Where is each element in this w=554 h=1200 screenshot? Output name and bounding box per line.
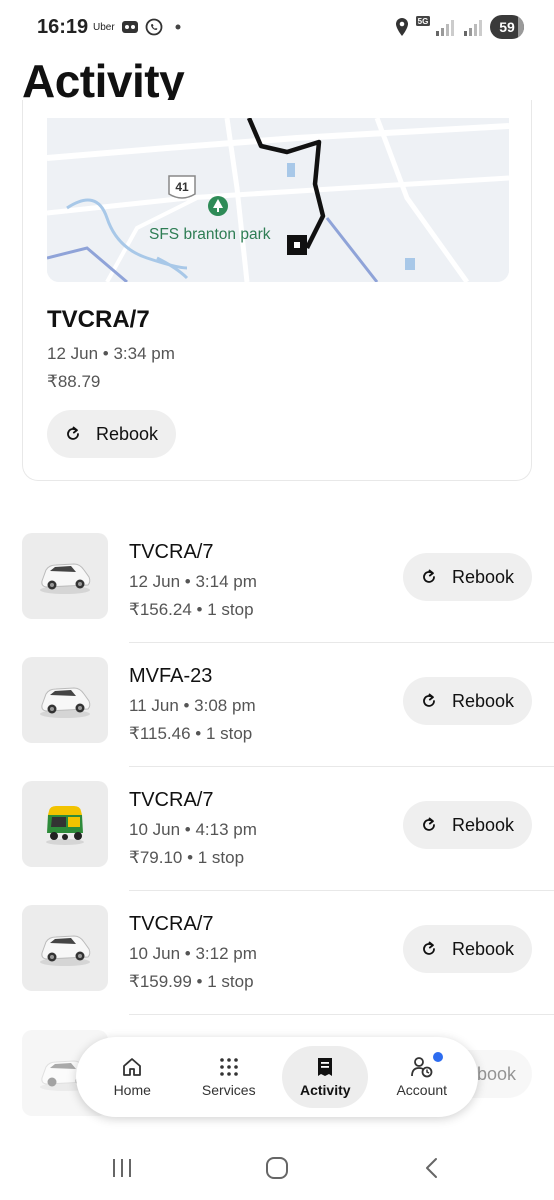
notification-icons: Uber <box>93 18 187 36</box>
rebook-icon <box>423 569 435 583</box>
map-graphic: 41 SFS branton park <box>47 118 509 282</box>
rebook-icon <box>67 426 79 440</box>
trip-row[interactable]: MVFA-23 11 Jun • 3:08 pm ₹115.46 • 1 sto… <box>0 657 554 781</box>
rebook-label: Rebook <box>96 423 159 444</box>
trip-datetime: 12 Jun • 3:14 pm <box>129 572 257 591</box>
recent-apps-icon[interactable] <box>110 1156 134 1180</box>
trip-datetime: 10 Jun • 4:13 pm <box>129 820 257 839</box>
trip-row[interactable]: TVCRA/7 10 Jun • 3:12 pm ₹159.99 • 1 sto… <box>0 905 554 1029</box>
trip-map[interactable]: 41 SFS branton park <box>47 118 509 282</box>
rebook-button[interactable]: Rebook <box>403 553 532 601</box>
featured-rebook-button[interactable]: Rebook <box>47 410 176 458</box>
rebook-button[interactable]: Rebook <box>403 925 532 973</box>
car-icon <box>22 533 108 619</box>
bottom-navigation: Home Services Activity Account <box>76 1037 478 1117</box>
account-icon <box>410 1057 433 1078</box>
home-button-icon[interactable] <box>265 1156 289 1180</box>
rebook-icon <box>423 817 435 831</box>
nav-label: Services <box>201 1082 256 1098</box>
featured-trip-datetime: 12 Jun • 3:34 pm <box>47 344 175 363</box>
rebook-label: book <box>476 1063 516 1084</box>
rebook-label: Rebook <box>452 566 515 587</box>
road-number-badge: 41 <box>175 180 189 194</box>
status-bar: 16:19 Uber 5G 59 <box>0 0 554 56</box>
location-icon <box>396 18 408 36</box>
network-label: 5G <box>418 17 429 26</box>
uber-notification-label: Uber <box>93 21 115 33</box>
featured-trip-card[interactable]: 41 SFS branton park TVCRA/7 12 Jun • 3:3… <box>22 100 532 481</box>
nav-activity[interactable]: Activity <box>282 1046 369 1108</box>
rebook-label: Rebook <box>452 690 515 711</box>
divider <box>129 890 554 891</box>
trip-title: TVCRA/7 <box>129 913 214 935</box>
battery-indicator: 59 <box>490 15 524 39</box>
divider <box>129 766 554 767</box>
car-icon <box>22 657 108 743</box>
trip-price: ₹79.10 • 1 stop <box>129 848 245 867</box>
trip-row[interactable]: TVCRA/7 12 Jun • 3:14 pm ₹156.24 • 1 sto… <box>0 533 554 657</box>
system-status-icons: 5G 59 <box>394 15 524 39</box>
trip-datetime: 10 Jun • 3:12 pm <box>129 944 257 963</box>
nav-home[interactable]: Home <box>89 1046 175 1108</box>
trip-price: ₹159.99 • 1 stop <box>129 972 254 991</box>
rebook-button[interactable]: Rebook <box>403 801 532 849</box>
car-icon <box>22 905 108 991</box>
trip-datetime: 11 Jun • 3:08 pm <box>129 696 256 715</box>
trip-price: ₹156.24 • 1 stop <box>129 600 254 619</box>
whatsapp-icon <box>145 18 163 36</box>
signal-icon <box>464 20 482 36</box>
rebook-button[interactable]: Rebook <box>403 677 532 725</box>
trip-list: TVCRA/7 12 Jun • 3:14 pm ₹156.24 • 1 sto… <box>0 533 554 1029</box>
trip-title: MVFA-23 <box>129 665 213 687</box>
notification-badge <box>432 1052 443 1062</box>
featured-trip-title: TVCRA/7 <box>47 306 150 333</box>
home-icon <box>123 1058 142 1076</box>
trip-price: ₹115.46 • 1 stop <box>129 724 253 743</box>
map-place-label: SFS branton park <box>149 226 271 243</box>
signal-5g-icon: 5G <box>416 16 454 36</box>
trip-title: TVCRA/7 <box>129 789 214 811</box>
nav-services[interactable]: Services <box>186 1046 272 1108</box>
divider <box>129 642 554 643</box>
battery-level: 59 <box>499 19 515 35</box>
voicemail-icon <box>121 21 138 33</box>
rebook-icon <box>423 941 435 955</box>
receipt-icon <box>318 1058 333 1076</box>
featured-trip-price: ₹88.79 <box>47 372 101 391</box>
nav-label: Home <box>113 1082 151 1098</box>
grid-icon <box>219 1058 238 1076</box>
rebook-label: Rebook <box>452 938 515 959</box>
back-icon[interactable] <box>420 1156 444 1180</box>
status-time: 16:19 <box>37 16 89 38</box>
nav-account[interactable]: Account <box>379 1046 465 1108</box>
rebook-icon <box>423 693 435 707</box>
nav-label: Activity <box>299 1082 351 1098</box>
trip-title: TVCRA/7 <box>129 541 214 563</box>
nav-label: Account <box>396 1082 448 1098</box>
rebook-label: Rebook <box>452 814 515 835</box>
dot-icon <box>175 24 181 30</box>
divider <box>129 1014 554 1015</box>
auto-rickshaw-icon <box>22 781 108 867</box>
system-navigation-bar <box>0 1140 554 1200</box>
trip-row[interactable]: TVCRA/7 10 Jun • 4:13 pm ₹79.10 • 1 stop… <box>0 781 554 905</box>
